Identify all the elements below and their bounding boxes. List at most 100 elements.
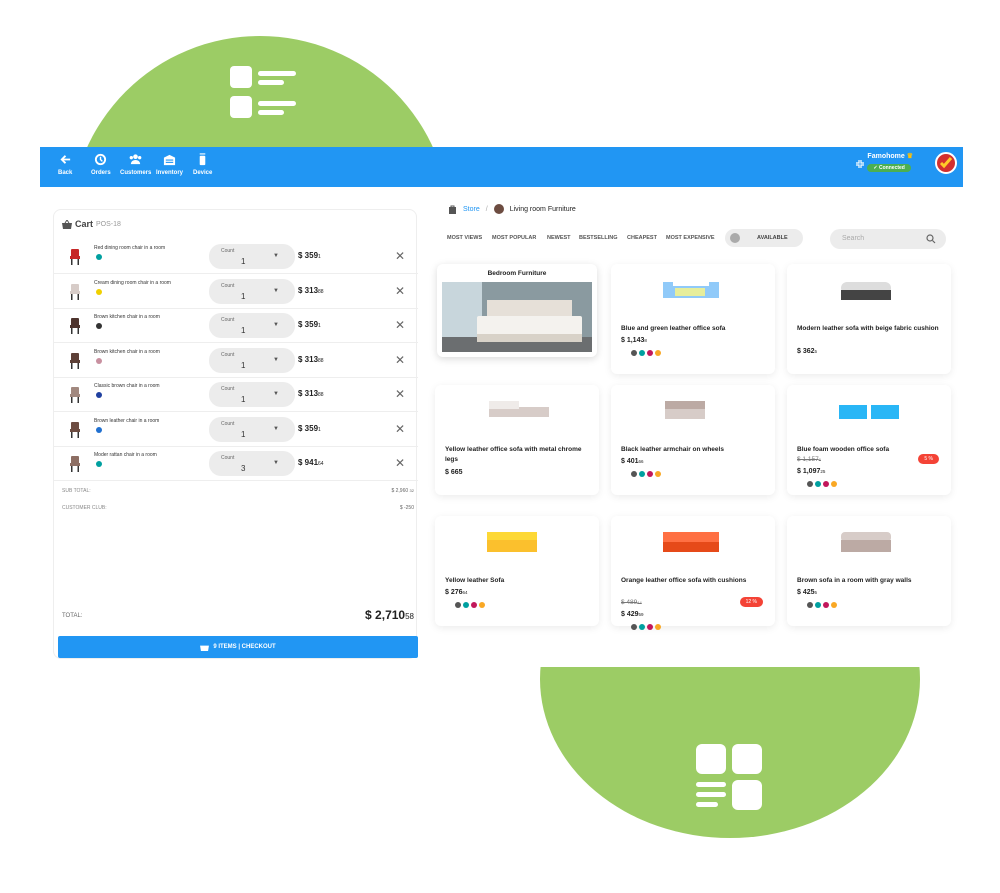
featured-category-card[interactable]: Bedroom Furniture — [437, 264, 597, 357]
remove-item-icon[interactable]: ✕ — [395, 456, 405, 470]
quantity-value: 1 — [241, 395, 246, 404]
color-swatch[interactable] — [807, 602, 813, 608]
color-swatch[interactable] — [647, 471, 653, 477]
cart-item-row: Brown leather chair in a room Count 1 ▼ … — [54, 413, 418, 447]
nav-inventory[interactable]: Inventory — [156, 153, 183, 176]
cart-item-price-main: $ 313 — [298, 354, 319, 364]
color-swatch[interactable] — [815, 481, 821, 487]
color-swatch[interactable] — [655, 471, 661, 477]
quantity-select[interactable]: Count 3 ▼ — [209, 451, 295, 476]
product-old-price: $ 48944 — [621, 599, 642, 606]
cart-item-row: Cream dining room chair in a room Count … — [54, 275, 418, 309]
chair-thumbnail — [70, 283, 80, 300]
color-swatch[interactable] — [647, 624, 653, 630]
search-input[interactable]: Search — [830, 229, 946, 249]
product-card[interactable]: Yellow leather office sofa with metal ch… — [435, 385, 599, 495]
product-title: Black leather armchair on wheels — [621, 446, 724, 453]
color-swatches — [807, 602, 837, 608]
color-swatch[interactable] — [655, 350, 661, 356]
fullscreen-exit-icon[interactable] — [855, 159, 865, 169]
checkout-button[interactable]: 9 ITEMS | CHECKOUT — [58, 636, 418, 658]
remove-item-icon[interactable]: ✕ — [395, 353, 405, 367]
available-toggle[interactable]: AVAILABLE — [725, 229, 803, 247]
color-swatch[interactable] — [639, 471, 645, 477]
remove-item-icon[interactable]: ✕ — [395, 318, 405, 332]
product-price: $ 1,1438 — [621, 337, 647, 344]
connection-badge: ✓ Connected — [867, 164, 911, 172]
quantity-select[interactable]: Count 1 ▼ — [209, 347, 295, 373]
product-image — [663, 282, 719, 298]
color-swatch[interactable] — [831, 481, 837, 487]
color-swatch[interactable] — [831, 602, 837, 608]
quantity-select[interactable]: Count 1 ▼ — [209, 244, 295, 269]
breadcrumb-store[interactable]: Store — [463, 206, 480, 213]
product-price-main: $ 276 — [445, 589, 463, 596]
cart-item-name: Red dining room chair in a room — [94, 245, 166, 251]
avatar[interactable] — [935, 152, 957, 174]
user-info[interactable]: Famohome ♛ ✓ Connected — [867, 152, 913, 172]
color-swatch[interactable] — [471, 602, 477, 608]
filter-cheapest[interactable]: CHEAPEST — [627, 235, 657, 241]
color-swatch[interactable] — [631, 471, 637, 477]
filter-most-views[interactable]: MOST VIEWS — [447, 235, 482, 241]
product-price-cents: 66 — [638, 459, 644, 464]
color-swatch[interactable] — [479, 602, 485, 608]
product-title: Modern leather sofa with beige fabric cu… — [797, 325, 939, 332]
product-card[interactable]: Blue foam wooden office sofa $ 1,1576 5 % $… — [787, 385, 951, 495]
color-swatch[interactable] — [455, 602, 461, 608]
nav-customers[interactable]: Customers — [120, 153, 151, 176]
customer-club-row: CUSTOMER CLUB: $ -250 — [62, 505, 414, 511]
color-swatch[interactable] — [639, 624, 645, 630]
filter-newest[interactable]: NEWEST — [547, 235, 571, 241]
color-swatch[interactable] — [631, 624, 637, 630]
quantity-select[interactable]: Count 1 ▼ — [209, 382, 295, 407]
remove-item-icon[interactable]: ✕ — [395, 284, 405, 298]
product-card[interactable]: Yellow leather Sofa $ 27664 — [435, 516, 599, 626]
chevron-down-icon: ▼ — [273, 287, 279, 294]
quantity-label: Count — [221, 386, 235, 392]
remove-item-icon[interactable]: ✕ — [395, 422, 405, 436]
pos-app-window: Back Orders Customers Inventory Device F… — [40, 147, 963, 667]
color-swatch[interactable] — [631, 350, 637, 356]
filter-most-expensive[interactable]: MOST EXPENSIVE — [666, 235, 715, 241]
product-card[interactable]: Orange leather office sofa with cushions… — [611, 516, 775, 630]
filter-bestselling[interactable]: BESTSELLING — [579, 235, 618, 241]
search-icon — [926, 234, 936, 244]
cart-item-name: Brown leather chair in a room — [94, 417, 160, 424]
product-image — [489, 401, 549, 417]
color-swatch[interactable] — [823, 602, 829, 608]
color-swatch[interactable] — [639, 350, 645, 356]
remove-item-icon[interactable]: ✕ — [395, 249, 405, 263]
nav-back[interactable]: Back — [58, 153, 72, 176]
cart-item-price: $ 3591 — [298, 320, 321, 329]
cart-item-price: $ 3591 — [298, 424, 321, 433]
color-swatch[interactable] — [823, 481, 829, 487]
cart-item-name: Classic brown chair in a room — [94, 383, 160, 389]
product-image — [841, 282, 891, 300]
discount-badge: 12 % — [739, 597, 763, 607]
product-card[interactable]: Black leather armchair on wheels $ 40166 — [611, 385, 775, 495]
quantity-label: Count — [221, 248, 235, 254]
remove-item-icon[interactable]: ✕ — [395, 387, 405, 401]
breadcrumb-category[interactable]: Living room Furniture — [510, 206, 576, 213]
color-swatch[interactable] — [463, 602, 469, 608]
basket-icon — [62, 219, 72, 229]
color-swatch[interactable] — [647, 350, 653, 356]
quantity-select[interactable]: Count 1 ▼ — [209, 416, 295, 442]
nav-device[interactable]: Device — [193, 153, 212, 176]
cart-item-row: Classic brown chair in a room Count 1 ▼ … — [54, 378, 418, 412]
quantity-select[interactable]: Count 1 ▼ — [209, 313, 295, 338]
cart-item-name: Brown kitchen chair in a room — [94, 348, 160, 355]
nav-orders[interactable]: Orders — [91, 153, 111, 176]
color-swatch[interactable] — [815, 602, 821, 608]
product-title: Brown sofa in a room with gray walls — [797, 577, 912, 584]
color-swatch[interactable] — [807, 481, 813, 487]
chevron-down-icon: ▼ — [273, 356, 279, 363]
quantity-select[interactable]: Count 1 ▼ — [209, 278, 295, 304]
product-card[interactable]: Blue and green leather office sofa $ 1,14… — [611, 264, 775, 374]
product-card[interactable]: Modern leather sofa with beige fabric cu… — [787, 264, 951, 374]
filter-most-popular[interactable]: MOST POPULAR — [492, 235, 536, 241]
color-swatch[interactable] — [655, 624, 661, 630]
product-card[interactable]: Brown sofa in a room with gray walls $ 42… — [787, 516, 951, 626]
color-swatches — [631, 624, 661, 630]
